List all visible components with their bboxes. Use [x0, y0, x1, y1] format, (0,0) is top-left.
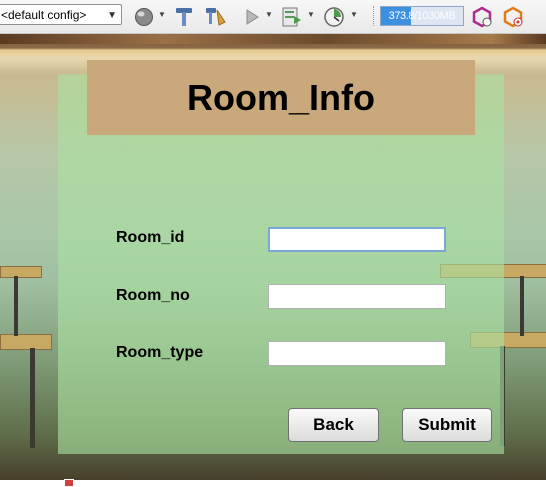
submit-button[interactable]: Submit	[402, 408, 492, 442]
background-frame	[0, 34, 546, 44]
room-type-label: Room_type	[116, 344, 204, 361]
globe-icon[interactable]	[131, 0, 157, 33]
chevron-down-icon[interactable]: ▼	[265, 10, 273, 19]
title-banner: Room_Info	[87, 60, 475, 135]
room-no-input[interactable]	[268, 284, 446, 309]
room-no-label: Room_no	[116, 287, 190, 304]
config-select-value: <default config>	[1, 8, 87, 22]
room-type-input[interactable]	[268, 341, 446, 366]
memory-text: 373.8/1030MB	[388, 10, 456, 22]
page-title: Room_Info	[187, 76, 375, 118]
room-id-input[interactable]	[268, 227, 446, 252]
clean-build-icon[interactable]	[203, 0, 229, 33]
background-desk-leg	[14, 276, 18, 336]
room-id-label: Room_id	[116, 229, 185, 246]
background-desk-leg	[520, 276, 524, 336]
chevron-down-icon[interactable]: ▼	[307, 10, 315, 19]
profiler-snapshot-icon[interactable]	[500, 0, 526, 33]
memory-indicator[interactable]: 373.8/1030MB	[380, 6, 464, 26]
run-icon[interactable]	[242, 0, 262, 33]
toolbar-separator	[373, 6, 376, 26]
debug-icon[interactable]	[279, 0, 305, 33]
status-strip	[0, 480, 546, 487]
gc-icon[interactable]	[469, 0, 495, 33]
chevron-down-icon: ▼	[107, 10, 117, 21]
taskbar-app-icon[interactable]	[64, 479, 74, 487]
background-desk-leg	[30, 348, 35, 448]
config-select[interactable]: <default config> ▼	[0, 4, 122, 25]
hammer-icon[interactable]	[172, 0, 196, 33]
profile-icon[interactable]	[321, 0, 347, 33]
chevron-down-icon[interactable]: ▼	[158, 10, 166, 19]
background-desk	[0, 334, 52, 350]
ide-toolbar: <default config> ▼ ▼ ▼ ▼ ▼ 373.8/1030MB	[0, 0, 546, 34]
background-desk	[0, 266, 42, 278]
chevron-down-icon[interactable]: ▼	[350, 10, 358, 19]
back-button[interactable]: Back	[288, 408, 379, 442]
